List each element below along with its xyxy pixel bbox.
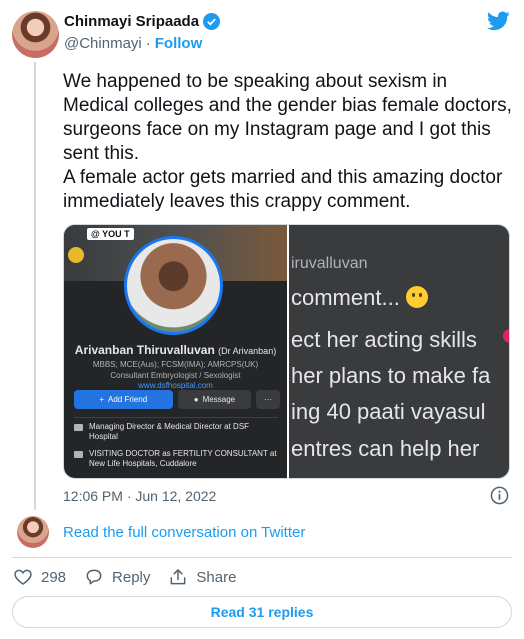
divider [12, 557, 512, 558]
profile-info-row: VISITING DOCTOR as FERTILITY CONSULTANT … [74, 449, 280, 469]
profile-divider [74, 417, 278, 418]
media-image-profile[interactable]: @ YOU T Arivanban Thiruvalluvan (Dr Ariv… [64, 225, 287, 478]
like-count: 298 [41, 568, 67, 586]
comment-line-text: comment... [291, 285, 400, 310]
share-label: Share [196, 568, 237, 586]
profile-name-sub: (Dr Arivanban) [218, 346, 277, 356]
profile-info-row: Managing Director & Medical Director at … [74, 422, 280, 442]
thread-line [34, 62, 36, 510]
info-icon[interactable] [490, 486, 509, 505]
add-friend-icon: + [99, 395, 105, 404]
medal-badge-icon [68, 247, 84, 263]
tweet-card: Chinmayi Sripaada @Chinmayi · Follow We … [0, 0, 524, 639]
author-handle-row: @Chinmayi · Follow [64, 35, 202, 52]
handle-separator: · [145, 35, 151, 52]
message-label: Message [202, 395, 236, 404]
tweet-media[interactable]: @ YOU T Arivanban Thiruvalluvan (Dr Ariv… [63, 224, 510, 479]
author-avatar[interactable] [12, 11, 59, 58]
reply-button[interactable]: Reply [84, 567, 150, 587]
like-button[interactable]: 298 [13, 567, 66, 587]
comment-line: ing 40 paati vayasul [291, 399, 486, 424]
smiley-emoji-icon [405, 286, 428, 308]
message-button: ● Message [177, 390, 252, 409]
profile-info-text: Managing Director & Medical Director at … [89, 422, 250, 441]
heart-icon [14, 569, 32, 586]
add-friend-label: Add Friend [108, 395, 148, 404]
profile-website: www.dsfhospital.com [138, 381, 213, 390]
comment-line: ect her acting skills [291, 327, 477, 352]
profile-info-text: VISITING DOCTOR as FERTILITY CONSULTANT … [89, 449, 277, 468]
author-handle[interactable]: @Chinmayi [64, 35, 142, 52]
profile-name: Arivanban Thiruvalluvan (Dr Arivanban) [64, 343, 287, 357]
briefcase-icon [74, 451, 83, 458]
read-conversation-link[interactable]: Read the full conversation on Twitter [63, 524, 305, 541]
more-button: ··· [256, 390, 281, 409]
follow-button[interactable]: Follow [155, 35, 203, 52]
profile-name-text: Arivanban Thiruvalluvan [74, 343, 215, 357]
tweet-text: We happened to be speaking about sexism … [63, 71, 512, 212]
reply-icon [86, 569, 102, 585]
tweet-actions: 298 Reply Share [13, 566, 254, 588]
tweet-timestamp[interactable]: 12:06 PM · Jun 12, 2022 [63, 488, 216, 504]
share-icon [170, 569, 186, 585]
profile-picture [124, 236, 223, 335]
profile-tag: @ YOU T [87, 228, 134, 240]
red-emoji-icon [503, 329, 509, 343]
briefcase-icon [74, 424, 83, 431]
add-friend-button: + Add Friend [74, 390, 173, 409]
author-avatar-small[interactable] [17, 516, 49, 548]
messenger-icon: ● [193, 395, 199, 404]
profile-actions: + Add Friend ● Message ··· [74, 390, 281, 409]
author-name-row: Chinmayi Sripaada [64, 13, 221, 30]
read-replies-button[interactable]: Read 31 replies [12, 596, 512, 628]
profile-credentials: MBBS; MCE(Aus); FCSM(IMA); AMRCPS(UK) Co… [92, 360, 259, 380]
author-display-name[interactable]: Chinmayi Sripaada [64, 13, 199, 30]
comment-line: her plans to make fa [291, 363, 491, 388]
reply-label: Reply [112, 568, 151, 586]
media-image-comment[interactable]: iruvalluvan comment... ect her acting sk… [289, 225, 509, 478]
twitter-logo-icon[interactable] [487, 11, 510, 31]
comment-fade [289, 458, 509, 478]
comment-line: iruvalluvan [291, 255, 368, 272]
verified-badge-icon [203, 13, 221, 30]
comment-line-emoji: comment... [291, 285, 428, 311]
share-button[interactable]: Share [168, 567, 236, 587]
